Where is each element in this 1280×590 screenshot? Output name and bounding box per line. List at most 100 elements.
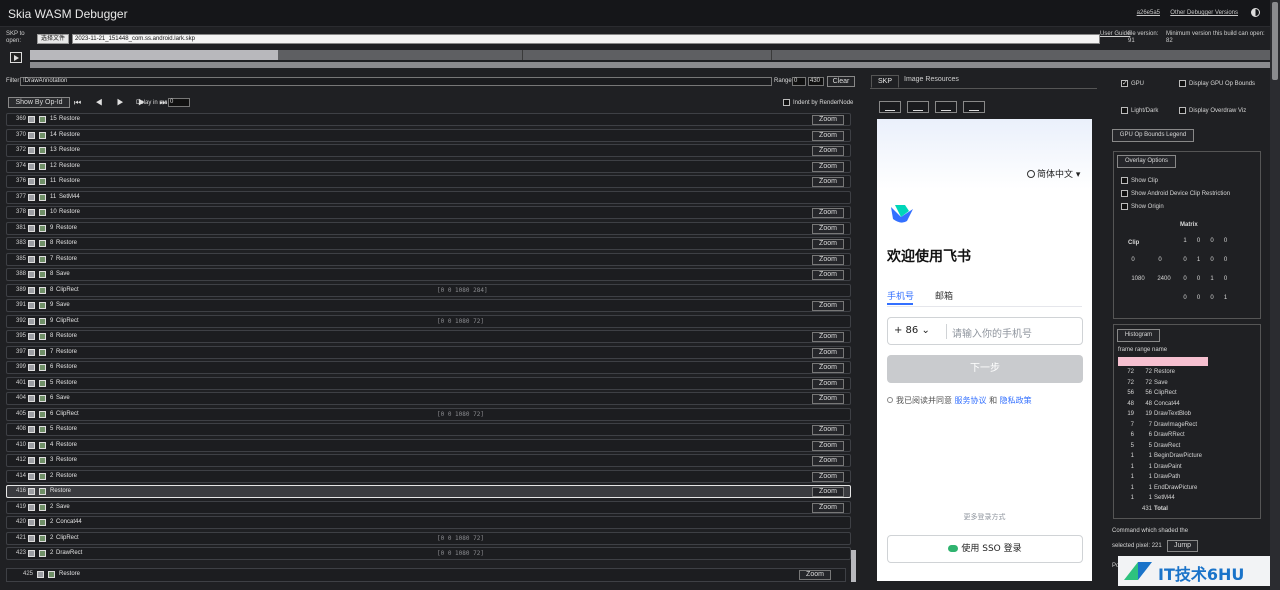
zoom-button[interactable]: Zoom [812,363,844,373]
zoom-button[interactable]: Zoom [812,254,844,265]
zoom-button[interactable]: Zoom [812,130,844,141]
zoom-out-view-button[interactable] [935,101,957,113]
command-toggle-icon[interactable] [39,410,46,418]
tab-skp[interactable]: SKP [871,75,899,88]
filter-input[interactable]: !DrawAnnotation [20,77,772,86]
command-toggle-icon[interactable] [39,162,46,170]
gpu-op-bounds-legend-button[interactable]: GPU Op Bounds Legend [1112,129,1194,142]
command-toggle-icon[interactable] [39,488,46,495]
show-by-op-id-button[interactable]: Show By Op-Id [8,97,70,108]
zoom-button[interactable]: Zoom [812,502,844,513]
zoom-button[interactable]: Zoom [812,177,844,187]
zoom-button[interactable]: Zoom [812,487,844,497]
command-toggle-icon[interactable] [39,550,46,557]
command-toggle-icon[interactable] [39,178,46,185]
zoom-in-view-button[interactable] [907,101,929,113]
tab-image-resources[interactable]: Image Resources [904,76,959,83]
command-row[interactable]: 385 7 Restore Zoom [6,252,851,266]
command-row[interactable]: 410 4 Restore Zoom [6,438,851,452]
clear-button[interactable]: Clear [827,76,855,87]
theme-toggle-icon[interactable] [1251,8,1260,17]
other-versions-link[interactable]: Other Debugger Versions [1170,10,1238,16]
zoom-button[interactable]: Zoom [812,239,844,249]
command-toggle-icon[interactable] [39,131,46,139]
command-row[interactable]: 408 5 Restore Zoom [6,423,851,436]
zoom-button[interactable]: Zoom [812,425,844,435]
reset-view-button[interactable] [963,101,985,113]
show-origin-checkbox[interactable] [1121,203,1128,210]
command-toggle-icon[interactable] [39,503,46,511]
page-scrollbar[interactable] [1270,0,1280,590]
range-start-input[interactable]: 0 [792,77,806,86]
command-row[interactable]: 383 8 Restore Zoom [6,237,851,250]
zoom-button[interactable]: Zoom [812,347,844,358]
gpu-op-bounds-checkbox[interactable] [1179,80,1186,87]
command-row[interactable]: 388 8 Save Zoom [6,268,851,281]
pinned-command-row[interactable]: 425 Restore Zoom [6,568,846,582]
command-row[interactable]: 381 9 Restore Zoom [6,221,851,235]
command-toggle-icon[interactable] [39,224,46,232]
command-toggle-icon[interactable] [48,571,55,578]
command-toggle-icon[interactable] [39,333,46,340]
command-row[interactable]: 372 13 Restore Zoom [6,144,851,157]
command-toggle-icon[interactable] [39,240,46,247]
command-row[interactable]: 377 11 SetM44 [6,190,851,204]
zoom-button[interactable]: Zoom [812,301,844,311]
fit-view-button[interactable] [879,101,901,113]
command-row[interactable]: 374 12 Restore Zoom [6,159,851,173]
command-row[interactable]: 392 9 ClipRect [0 0 1080 72] [6,314,851,328]
gpu-checkbox[interactable] [1121,79,1128,87]
command-row[interactable]: 391 9 Save Zoom [6,299,851,312]
command-row[interactable]: 378 10 Restore Zoom [6,206,851,219]
histogram-button[interactable]: Histogram [1117,329,1160,342]
command-row[interactable]: 423 2 DrawRect [0 0 1080 72] [6,547,851,560]
command-toggle-icon[interactable] [39,271,46,278]
command-row[interactable]: 401 5 Restore Zoom [6,376,851,390]
command-toggle-icon[interactable] [39,472,46,480]
command-toggle-icon[interactable] [39,317,46,325]
command-toggle-icon[interactable] [39,348,46,356]
delay-input[interactable]: 0 [168,98,190,107]
command-list-scrollbar[interactable] [851,550,856,582]
command-row[interactable]: 395 8 Restore Zoom [6,330,851,343]
command-toggle-icon[interactable] [39,193,46,201]
command-row[interactable]: 421 2 ClipRect [0 0 1080 72] [6,531,851,545]
command-row[interactable]: 369 15 Restore Zoom [6,113,851,126]
play-button[interactable] [10,52,22,63]
command-toggle-icon[interactable] [39,395,46,402]
command-toggle-icon[interactable] [39,116,46,123]
indent-checkbox[interactable] [783,99,790,106]
command-row[interactable]: 370 14 Restore Zoom [6,128,851,142]
overlay-options-button[interactable]: Overlay Options [1117,155,1176,168]
skp-canvas[interactable]: 简体中文 ▾ 欢迎使用飞书 手机号 邮箱 + 86 ⌄ 请输入你的手机号 下一步… [877,119,1092,581]
show-android-clip-checkbox[interactable] [1121,190,1128,197]
jump-button[interactable]: Jump [1167,540,1198,552]
command-list[interactable]: 369 15 Restore Zoom 370 14 Restore Zoom 372 13 Res… [6,113,851,562]
choose-file-button[interactable]: 选择文件 [37,34,70,44]
command-toggle-icon[interactable] [39,519,46,526]
zoom-button[interactable]: Zoom [812,332,844,342]
command-row[interactable]: 404 6 Save Zoom [6,392,851,405]
command-toggle-icon[interactable] [39,426,46,433]
command-toggle-icon[interactable] [39,534,46,542]
command-row[interactable]: 405 6 ClipRect [0 0 1080 72] [6,407,851,421]
command-toggle-icon[interactable] [39,379,46,387]
command-toggle-icon[interactable] [39,457,46,464]
show-clip-checkbox[interactable] [1121,177,1128,184]
page-scrollbar-thumb[interactable] [1272,2,1278,80]
command-toggle-icon[interactable] [39,147,46,154]
command-row[interactable]: 420 2 Concat44 [6,516,851,529]
zoom-button[interactable]: Zoom [812,378,844,389]
command-row[interactable]: 419 2 Save Zoom [6,500,851,514]
command-toggle-icon[interactable] [39,255,46,263]
command-toggle-icon[interactable] [39,302,46,309]
zoom-button[interactable]: Zoom [812,270,844,280]
command-row[interactable]: 376 11 Restore Zoom [6,175,851,188]
command-row[interactable]: 399 6 Restore Zoom [6,361,851,374]
zoom-button[interactable]: Zoom [812,456,844,466]
command-row[interactable]: 416 Restore Zoom [6,485,851,498]
command-toggle-icon[interactable] [39,441,46,449]
zoom-button[interactable]: Zoom [812,161,844,172]
zoom-button[interactable]: Zoom [799,570,831,580]
light-dark-checkbox[interactable] [1121,107,1128,114]
